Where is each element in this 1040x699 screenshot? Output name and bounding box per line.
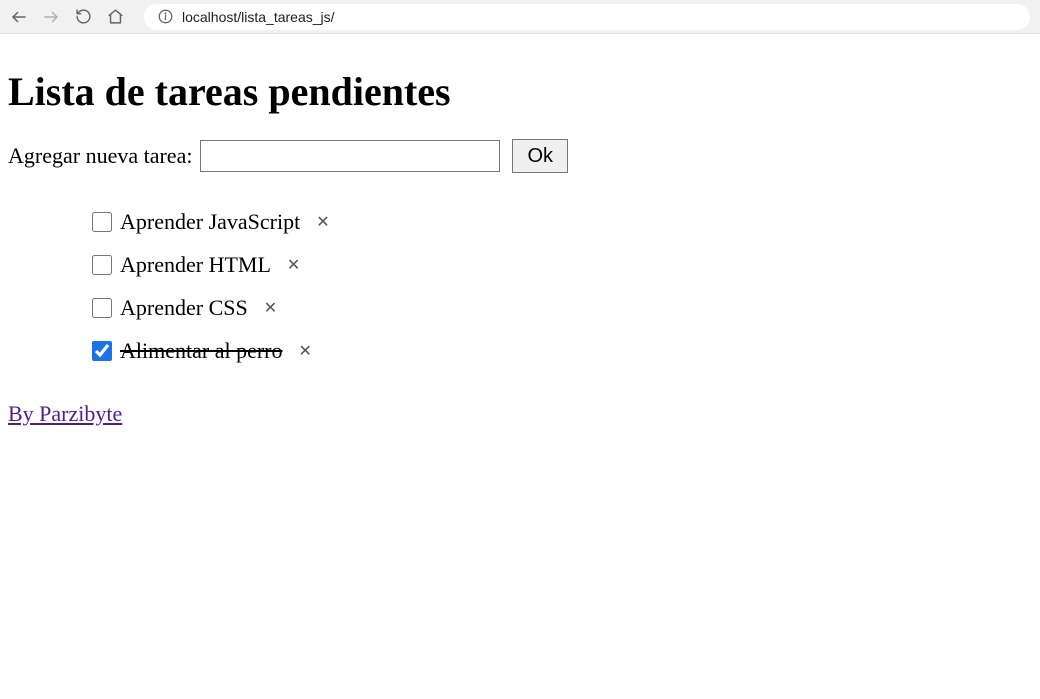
list-item: Aprender JavaScript ✕ [88, 201, 1032, 244]
home-icon[interactable] [106, 8, 124, 26]
task-list: Aprender JavaScript ✕ Aprender HTML ✕ Ap… [8, 201, 1032, 373]
task-checkbox[interactable] [92, 341, 112, 361]
task-label: Aprender CSS [120, 287, 248, 330]
task-label: Aprender JavaScript [120, 201, 300, 244]
add-task-form: Agregar nueva tarea: Ok [8, 139, 1032, 173]
reload-icon[interactable] [74, 8, 92, 26]
close-icon[interactable]: ✕ [316, 207, 329, 238]
list-item: Aprender HTML ✕ [88, 244, 1032, 287]
list-item: Alimentar al perro ✕ [88, 330, 1032, 373]
task-checkbox[interactable] [92, 212, 112, 232]
back-icon[interactable] [10, 8, 28, 26]
url-text: localhost/lista_tareas_js/ [182, 9, 335, 25]
ok-button[interactable]: Ok [512, 139, 568, 173]
add-task-label: Agregar nueva tarea: [8, 143, 192, 169]
new-task-input[interactable] [200, 140, 500, 172]
browser-toolbar: localhost/lista_tareas_js/ [0, 0, 1040, 34]
task-checkbox[interactable] [92, 255, 112, 275]
footer-link[interactable]: By Parzibyte [8, 401, 122, 426]
info-icon[interactable] [156, 8, 174, 26]
close-icon[interactable]: ✕ [299, 336, 312, 367]
forward-icon[interactable] [42, 8, 60, 26]
task-checkbox[interactable] [92, 298, 112, 318]
page-content: Lista de tareas pendientes Agregar nueva… [0, 34, 1040, 435]
task-label: Aprender HTML [120, 244, 271, 287]
close-icon[interactable]: ✕ [264, 293, 277, 324]
list-item: Aprender CSS ✕ [88, 287, 1032, 330]
close-icon[interactable]: ✕ [287, 250, 300, 281]
address-bar[interactable]: localhost/lista_tareas_js/ [144, 4, 1030, 30]
task-label: Alimentar al perro [120, 330, 283, 373]
page-title: Lista de tareas pendientes [8, 68, 1032, 115]
